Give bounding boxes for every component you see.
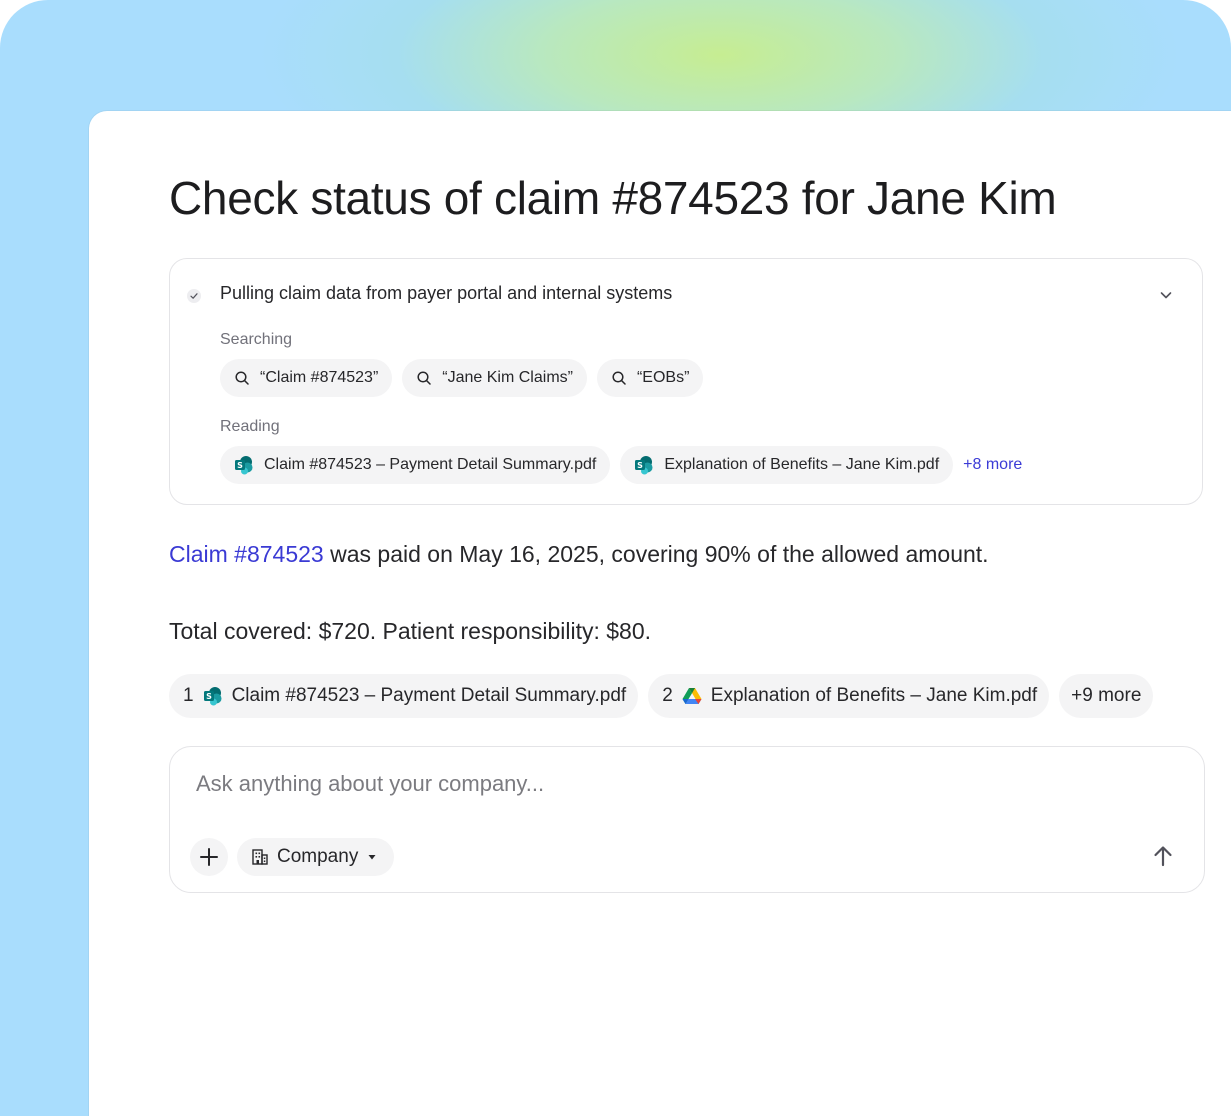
- svg-text:S: S: [206, 692, 212, 701]
- sources-row: 1 S Claim #874523 – Payment Detail Summa…: [169, 674, 1154, 718]
- search-query-text: “EOBs”: [636, 369, 690, 386]
- plus-icon: [200, 848, 218, 866]
- search-query-chip[interactable]: “Claim #874523”: [220, 359, 393, 397]
- more-sources-button[interactable]: +9 more: [1059, 674, 1154, 718]
- search-query-text: “Jane Kim Claims”: [442, 369, 573, 386]
- add-attachment-button[interactable]: [190, 838, 228, 876]
- source-chip[interactable]: 1 S Claim #874523 – Payment Detail Summa…: [169, 674, 639, 718]
- search-icon: [417, 371, 432, 385]
- chat-input[interactable]: [196, 771, 1076, 797]
- step-title: Pulling claim data from payer portal and…: [220, 283, 673, 303]
- answer-line-2: Total covered: $720. Patient responsibil…: [169, 618, 652, 644]
- check-icon: [187, 289, 201, 303]
- google-drive-icon: [682, 688, 702, 704]
- answer-line-1: Claim #874523 was paid on May 16, 2025, …: [169, 541, 989, 568]
- file-chip[interactable]: S Claim #874523 – Payment Detail Summary…: [220, 446, 611, 484]
- svg-text:S: S: [637, 461, 643, 470]
- search-queries-row: “Claim #874523” “Jane Kim Claims” “EOBs”: [220, 359, 704, 397]
- search-query-text: “Claim #874523”: [260, 369, 379, 386]
- search-query-chip[interactable]: “Jane Kim Claims”: [402, 359, 587, 397]
- source-index: 2: [662, 685, 673, 706]
- source-name: Explanation of Benefits – Jane Kim.pdf: [710, 685, 1038, 706]
- send-button[interactable]: [1148, 841, 1178, 871]
- sharepoint-icon: S: [235, 456, 253, 475]
- search-query-chip[interactable]: “EOBs”: [596, 359, 704, 397]
- chat-composer: Company: [169, 746, 1205, 893]
- file-name: Explanation of Benefits – Jane Kim.pdf: [664, 456, 940, 473]
- reading-label: Reading: [220, 418, 280, 435]
- claim-link[interactable]: Claim #874523: [169, 541, 324, 567]
- sharepoint-icon: S: [203, 687, 222, 706]
- arrow-up-icon: [1154, 846, 1172, 867]
- scope-label: Company: [277, 846, 359, 867]
- answer-text: was paid on May 16, 2025, covering 90% o…: [323, 541, 989, 567]
- reasoning-steps-card: Pulling claim data from payer portal and…: [169, 258, 1203, 505]
- chevron-down-icon[interactable]: [1158, 287, 1174, 303]
- chat-panel: Check status of claim #874523 for Jane K…: [89, 111, 1231, 1116]
- svg-text:S: S: [237, 461, 243, 470]
- building-icon: [252, 849, 268, 865]
- reading-files-row: S Claim #874523 – Payment Detail Summary…: [220, 446, 1022, 484]
- more-files-link[interactable]: +8 more: [963, 456, 1022, 474]
- file-chip[interactable]: S Explanation of Benefits – Jane Kim.pdf: [620, 446, 954, 484]
- search-icon: [612, 371, 626, 385]
- source-name: Claim #874523 – Payment Detail Summary.p…: [231, 685, 627, 706]
- searching-label: Searching: [220, 331, 293, 348]
- source-index: 1: [183, 685, 194, 706]
- caret-down-icon: [368, 855, 376, 860]
- file-name: Claim #874523 – Payment Detail Summary.p…: [264, 456, 597, 473]
- scope-selector[interactable]: Company: [237, 838, 395, 876]
- page-title: Check status of claim #874523 for Jane K…: [169, 172, 1057, 224]
- source-chip[interactable]: 2 Explanation of Benefits – Jane Kim.pdf: [648, 674, 1050, 718]
- search-icon: [235, 371, 249, 385]
- sharepoint-icon: S: [635, 456, 653, 475]
